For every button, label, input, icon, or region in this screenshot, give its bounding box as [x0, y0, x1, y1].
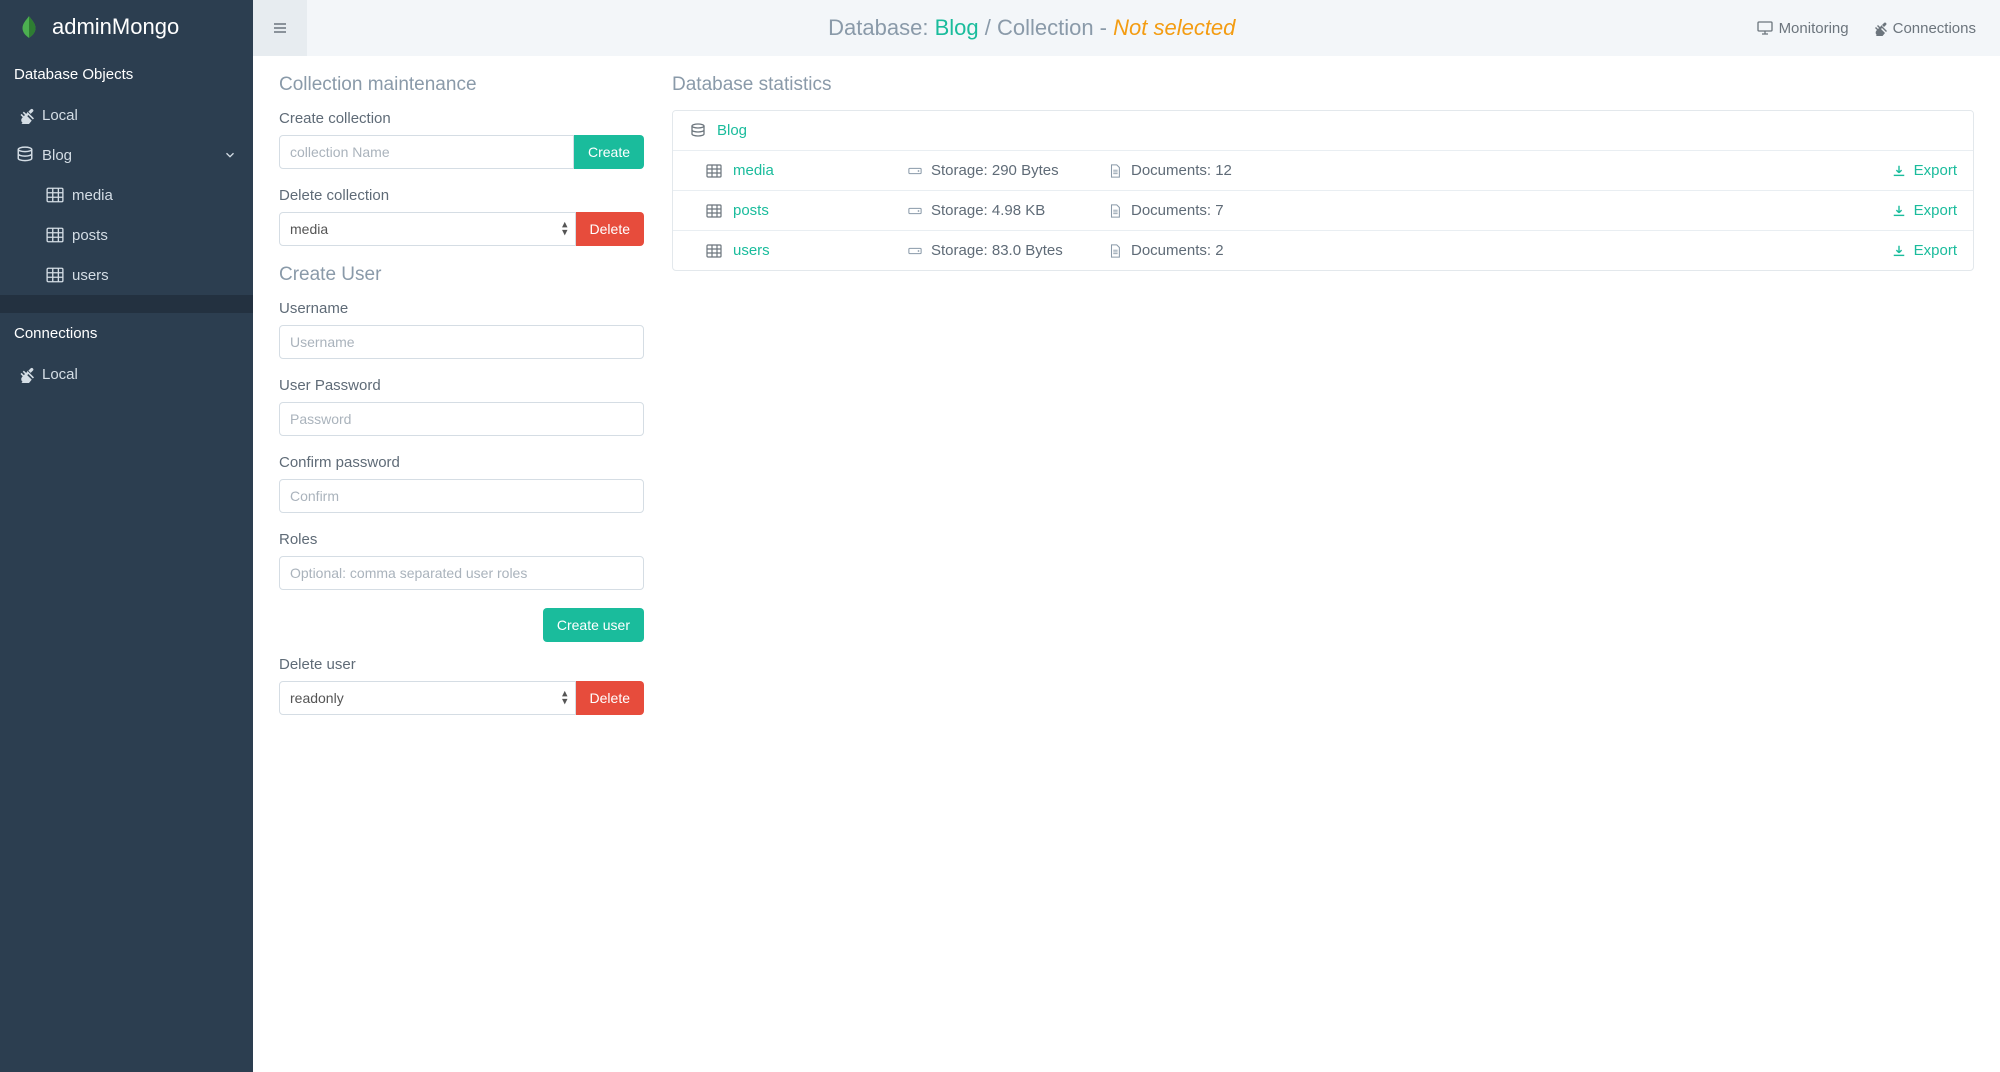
username-label: Username [279, 300, 644, 317]
bars-icon [272, 20, 288, 36]
username-input[interactable] [279, 325, 644, 359]
hdd-icon [907, 244, 923, 258]
export-link[interactable]: Export [1890, 242, 1957, 259]
plug-icon [16, 365, 34, 383]
delete-user-button[interactable]: Delete [576, 681, 644, 715]
password-label: User Password [279, 377, 644, 394]
brand-text: adminMongo [52, 14, 179, 40]
stats-collection-row: postsStorage: 4.98 KBDocuments: 7Export [673, 191, 1973, 231]
sidebar-header-objects: Database Objects [0, 54, 253, 95]
sidebar-connections-local[interactable]: Local [0, 354, 253, 394]
database-icon [689, 123, 707, 139]
roles-input[interactable] [279, 556, 644, 590]
download-icon [1890, 244, 1908, 258]
create-collection-button[interactable]: Create [574, 135, 644, 169]
sidebar-connection-local[interactable]: Local [0, 95, 253, 135]
collection-name-link[interactable]: posts [733, 202, 907, 219]
hdd-icon [907, 204, 923, 218]
download-icon [1890, 204, 1908, 218]
stats-collection-row: mediaStorage: 290 BytesDocuments: 12Expo… [673, 151, 1973, 191]
collection-name-link[interactable]: media [733, 162, 907, 179]
create-user-button[interactable]: Create user [543, 608, 644, 642]
table-icon [46, 186, 64, 204]
monitor-icon [1757, 20, 1773, 36]
plug-icon [16, 106, 34, 124]
download-icon [1890, 164, 1908, 178]
sidebar-collection-posts[interactable]: posts [0, 215, 253, 255]
stats-db-row[interactable]: Blog [673, 111, 1973, 151]
delete-collection-select[interactable]: media [279, 212, 576, 246]
document-icon [1107, 164, 1123, 178]
brand[interactable]: adminMongo [0, 0, 253, 54]
collection-name-link[interactable]: users [733, 242, 907, 259]
sidebar-database-blog[interactable]: Blog [0, 135, 253, 175]
plug-icon [1871, 20, 1887, 36]
delete-user-label: Delete user [279, 656, 644, 673]
table-icon [705, 203, 723, 219]
collection-maintenance-heading: Collection maintenance [279, 74, 644, 96]
export-link[interactable]: Export [1890, 162, 1957, 179]
delete-collection-label: Delete collection [279, 187, 644, 204]
chevron-down-icon [223, 148, 237, 162]
sidebar-collection-media[interactable]: media [0, 175, 253, 215]
document-icon [1107, 204, 1123, 218]
hdd-icon [907, 164, 923, 178]
create-user-heading: Create User [279, 264, 644, 286]
table-icon [705, 243, 723, 259]
create-collection-input[interactable] [279, 135, 574, 169]
sidebar: adminMongo Database Objects Local Blog m… [0, 0, 253, 1072]
stats-list: Blog mediaStorage: 290 BytesDocuments: 1… [672, 110, 1974, 271]
monitoring-link[interactable]: Monitoring [1757, 20, 1849, 37]
mongo-leaf-icon [16, 14, 42, 40]
connections-link[interactable]: Connections [1871, 20, 1976, 37]
delete-user-select[interactable]: readonly [279, 681, 576, 715]
table-icon [705, 163, 723, 179]
password-input[interactable] [279, 402, 644, 436]
menu-toggle-button[interactable] [253, 0, 307, 56]
confirm-password-label: Confirm password [279, 454, 644, 471]
delete-collection-button[interactable]: Delete [576, 212, 644, 246]
breadcrumb: Database: Blog / Collection - Not select… [307, 15, 1757, 41]
stats-collection-row: usersStorage: 83.0 BytesDocuments: 2Expo… [673, 231, 1973, 270]
table-icon [46, 266, 64, 284]
export-link[interactable]: Export [1890, 202, 1957, 219]
create-collection-label: Create collection [279, 110, 644, 127]
breadcrumb-db[interactable]: Blog [935, 15, 979, 40]
breadcrumb-collection: Not selected [1113, 15, 1235, 40]
database-statistics-heading: Database statistics [672, 74, 1974, 96]
table-icon [46, 226, 64, 244]
database-icon [16, 146, 34, 164]
document-icon [1107, 244, 1123, 258]
confirm-password-input[interactable] [279, 479, 644, 513]
roles-label: Roles [279, 531, 644, 548]
topbar: Database: Blog / Collection - Not select… [253, 0, 2000, 56]
sidebar-collection-users[interactable]: users [0, 255, 253, 295]
sidebar-header-connections: Connections [0, 313, 253, 354]
